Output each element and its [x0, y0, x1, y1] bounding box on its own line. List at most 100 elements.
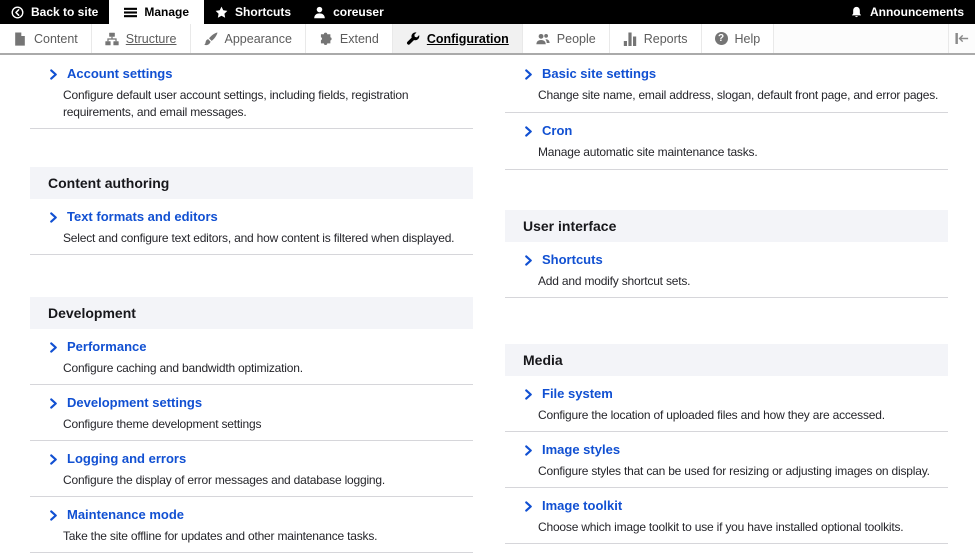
admin-item-description: Configure styles that can be used for re…	[538, 464, 930, 478]
panel-header: Media	[505, 344, 948, 376]
tray-item-configuration[interactable]: Configuration	[392, 24, 523, 53]
admin-tray: Content Structure Appearance Extend Conf…	[0, 24, 975, 55]
admin-toolbar-bar: Back to site Manage Shortcuts coreuser A…	[0, 0, 975, 24]
drupal-admin-screen: Back to site Manage Shortcuts coreuser A…	[0, 0, 975, 559]
image-toolkit-link[interactable]: Image toolkit	[505, 498, 948, 514]
performance-link[interactable]: Performance	[30, 339, 473, 355]
admin-item-description: Configure caching and bandwidth optimiza…	[63, 361, 303, 375]
cron-link[interactable]: Cron	[505, 123, 948, 139]
toolbar-right-group: Announcements	[839, 0, 975, 24]
chevron-right-icon	[525, 500, 532, 512]
panel-system-partial: Basic site settings Change site name, em…	[505, 55, 948, 170]
panel-content-authoring: Content authoring Text formats and edito…	[30, 167, 473, 255]
logging-errors-link[interactable]: Logging and errors	[30, 451, 473, 467]
admin-link-label: Cron	[542, 123, 573, 138]
admin-item-basic-site-settings: Basic site settings Change site name, em…	[505, 55, 948, 113]
chevron-right-icon	[525, 444, 532, 456]
tray-item-reports[interactable]: Reports	[609, 24, 702, 53]
tray-label-content: Content	[34, 31, 78, 46]
back-icon	[11, 6, 24, 18]
panel-development: Development Performance Configure cachin…	[30, 297, 473, 553]
maintenance-mode-link[interactable]: Maintenance mode	[30, 507, 473, 523]
user-menu-button[interactable]: coreuser	[302, 0, 395, 24]
admin-link-label: Image styles	[542, 442, 621, 457]
chevron-right-icon	[525, 388, 532, 400]
shortcuts-label: Shortcuts	[235, 5, 292, 19]
manage-label: Manage	[144, 5, 190, 19]
tray-item-content[interactable]: Content	[0, 24, 92, 53]
tray-item-people[interactable]: People	[522, 24, 610, 53]
hamburger-icon	[124, 7, 138, 17]
tray-label-appearance: Appearance	[224, 31, 292, 46]
tray-item-help[interactable]: Help	[701, 24, 775, 53]
admin-item-image-styles: Image styles Configure styles that can b…	[505, 432, 948, 488]
tray-item-extend[interactable]: Extend	[305, 24, 393, 53]
tray-label-extend: Extend	[339, 31, 379, 46]
shortcuts-button[interactable]: Shortcuts	[204, 0, 302, 24]
tray-item-appearance[interactable]: Appearance	[190, 24, 306, 53]
panel-header: Development	[30, 297, 473, 329]
user-icon	[314, 6, 325, 18]
admin-item-development-settings: Development settings Configure theme dev…	[30, 385, 473, 441]
admin-link-label: Performance	[67, 339, 147, 354]
admin-item-account-settings: Account settings Configure default user …	[30, 55, 473, 129]
panel-media: Media File system Configure the location…	[505, 344, 948, 544]
admin-item-description: Add and modify shortcut sets.	[538, 274, 691, 288]
admin-link-label: File system	[542, 386, 613, 401]
admin-link-label: Logging and errors	[67, 451, 187, 466]
admin-item-performance: Performance Configure caching and bandwi…	[30, 329, 473, 385]
development-settings-link[interactable]: Development settings	[30, 395, 473, 411]
admin-item-description: Configure theme development settings	[63, 417, 262, 431]
panel-header: User interface	[505, 210, 948, 242]
config-column-left: Account settings Configure default user …	[30, 55, 473, 559]
config-column-right: Basic site settings Change site name, em…	[505, 55, 948, 559]
admin-link-label: Maintenance mode	[67, 507, 185, 522]
admin-link-label: Basic site settings	[542, 66, 657, 81]
tray-spacer	[774, 24, 948, 53]
chevron-right-icon	[525, 68, 532, 80]
document-icon	[15, 31, 25, 46]
file-system-link[interactable]: File system	[505, 386, 948, 402]
shortcuts-link[interactable]: Shortcuts	[505, 252, 948, 268]
account-settings-link[interactable]: Account settings	[30, 66, 473, 82]
admin-item-description: Take the site offline for updates and ot…	[63, 529, 378, 543]
admin-link-label: Text formats and editors	[67, 209, 218, 224]
chevron-right-icon	[50, 211, 57, 223]
tray-item-structure[interactable]: Structure	[91, 24, 191, 53]
back-to-site-button[interactable]: Back to site	[0, 0, 109, 24]
star-icon	[215, 6, 228, 18]
tray-label-reports: Reports	[643, 31, 688, 46]
basic-site-settings-link[interactable]: Basic site settings	[505, 66, 948, 82]
chevron-right-icon	[525, 125, 532, 137]
admin-item-text-formats: Text formats and editors Select and conf…	[30, 199, 473, 255]
tray-label-people: People	[556, 31, 596, 46]
panel-header: Content authoring	[30, 167, 473, 199]
admin-item-description: Select and configure text editors, and h…	[63, 231, 455, 245]
announcements-button[interactable]: Announcements	[839, 0, 975, 24]
admin-link-label: Development settings	[67, 395, 203, 410]
vertical-orientation-icon	[955, 33, 969, 44]
chevron-right-icon	[50, 453, 57, 465]
admin-item-description: Change site name, email address, slogan,…	[538, 88, 939, 102]
puzzle-icon	[320, 32, 332, 45]
admin-item-cron: Cron Manage automatic site maintenance t…	[505, 113, 948, 170]
announcements-label: Announcements	[869, 5, 964, 19]
panel-people-partial: Account settings Configure default user …	[30, 55, 473, 129]
text-formats-link[interactable]: Text formats and editors	[30, 209, 473, 225]
toolbar-orientation-toggle[interactable]	[948, 24, 975, 53]
admin-item-maintenance-mode: Maintenance mode Take the site offline f…	[30, 497, 473, 553]
tray-label-structure: Structure	[125, 31, 177, 46]
tray-label-help: Help	[734, 31, 761, 46]
admin-item-logging-errors: Logging and errors Configure the display…	[30, 441, 473, 497]
admin-item-image-toolkit: Image toolkit Choose which image toolkit…	[505, 488, 948, 544]
chevron-right-icon	[50, 509, 57, 521]
manage-tab[interactable]: Manage	[109, 0, 205, 24]
admin-link-label: Account settings	[67, 66, 173, 81]
admin-item-description: Choose which image toolkit to use if you…	[538, 520, 904, 534]
admin-item-description: Configure default user account settings,…	[63, 88, 409, 119]
question-icon	[714, 32, 728, 45]
bell-icon	[851, 6, 862, 17]
admin-item-description: Manage automatic site maintenance tasks.	[538, 145, 758, 159]
image-styles-link[interactable]: Image styles	[505, 442, 948, 458]
people-icon	[536, 33, 550, 44]
